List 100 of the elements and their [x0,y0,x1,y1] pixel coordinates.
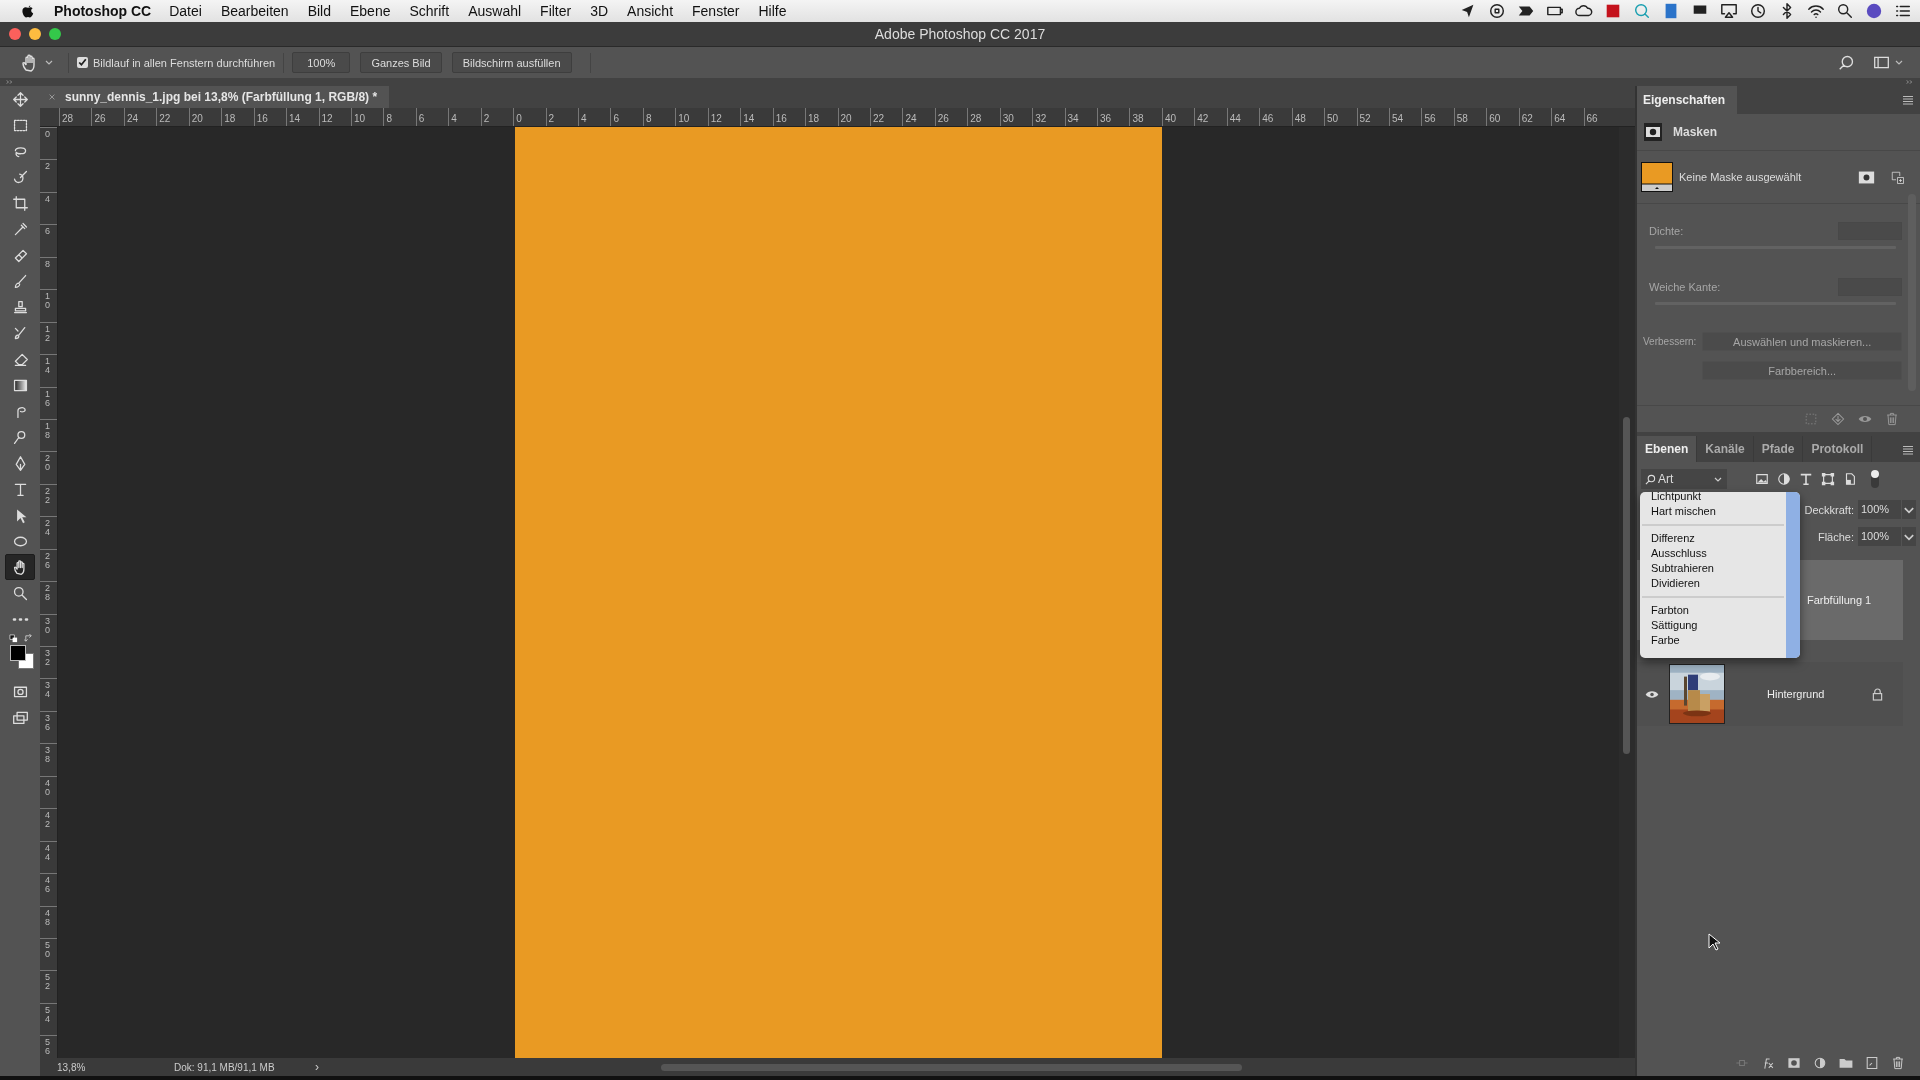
menu-item[interactable]: Auswahl [468,2,522,19]
adjustment-filter-icon[interactable] [1777,472,1791,487]
field-label: Dichte: [1649,225,1684,238]
smart-object-filter-icon[interactable] [1843,472,1857,487]
mask-icon [1643,122,1663,143]
menu-icon[interactable] [1902,445,1914,456]
menu-icon[interactable] [1902,95,1914,106]
type-filter-icon[interactable] [1799,472,1813,487]
ruler-label: 2 [482,112,490,126]
document-tab[interactable]: sunny_dennis_1.jpg bei 13,8% (Farbfüllung 1, RGB/8) * [40,86,390,109]
airplay-icon[interactable] [1720,1,1738,20]
image-filter-icon[interactable] [1755,472,1769,487]
menu-item[interactable]: Dividieren [1640,576,1786,592]
fill-field[interactable]: 100% [1858,527,1901,547]
ruler-label: 64 [1553,112,1566,126]
ruler-label: 12 [709,112,722,126]
fill-thumbnail [1641,162,1673,193]
ruler-label: 10 [45,292,50,311]
siri-icon[interactable] [1865,1,1883,20]
trash-icon[interactable] [1890,1055,1906,1072]
ruler-label: 8 [644,112,652,126]
close-window-button[interactable] [9,28,21,41]
ruler-label: 18 [223,112,236,126]
menu-item[interactable]: Ansicht [627,2,674,19]
color-swatches-icon[interactable] [10,645,34,670]
menu-item[interactable]: Ausschluss [1640,546,1786,562]
ruler-label: 34 [45,681,50,700]
ruler-label: 24 [125,112,138,126]
menu-item[interactable]: Bild [307,2,331,19]
mask-status: Keine Maske ausgewählt [1679,171,1802,184]
ruler-label: 18 [45,421,50,440]
layer-name: Hintergrund [1767,688,1825,701]
eye-icon[interactable] [1645,689,1659,699]
window-title: Adobe Photoshop CC 2017 [873,26,1047,43]
zoom-window-button[interactable] [49,28,61,41]
status-menu-arrow[interactable]: › [315,1060,319,1075]
scrollbar-thumb[interactable] [661,1064,1242,1072]
app-menu[interactable]: Photoshop CC [54,2,152,19]
clock-icon[interactable] [1749,1,1767,20]
menu-item[interactable]: Farbe [1640,633,1786,649]
menu-item[interactable]: Fenster [692,2,740,19]
default-colors-icon[interactable] [9,634,18,644]
ruler-label: 12 [45,324,50,343]
tool-button[interactable] [5,554,35,581]
ruler-label: 24 [904,112,917,126]
more-icon [11,616,29,622]
menu-item[interactable]: Sättigung [1640,618,1786,634]
ruler-label: 30 [1001,112,1014,126]
zoom-level[interactable]: 13,8% [57,1061,174,1073]
menu-item[interactable]: Lichtpunkt [1640,492,1786,505]
caret-icon[interactable] [1901,500,1916,520]
menu-item[interactable]: Hart mischen [1640,504,1786,520]
ruler-label: 14 [288,112,301,126]
ruler-label: 26 [45,551,50,570]
menu-item[interactable]: Schrift [409,2,450,19]
ruler-label: 26 [93,112,106,126]
ruler-label: 54 [1390,112,1404,126]
scrollbar-thumb[interactable] [1623,417,1630,755]
checkbox-label: Bildlauf in allen Fenstern durchführen [93,56,276,69]
new-layer-icon[interactable] [1864,1055,1880,1072]
vector-mask-icon[interactable] [1889,169,1906,185]
menu-item[interactable]: 3D [590,2,609,19]
menu-item[interactable]: Farbton [1640,603,1786,619]
ruler-label: 12 [320,112,333,126]
opacity-field[interactable]: 100% [1858,500,1901,520]
ruler-label: 4 [45,194,50,204]
ruler-label: 8 [385,112,392,126]
pixel-mask-icon[interactable] [1858,169,1875,185]
zoom-option-button[interactable]: 100% [292,52,351,74]
checkbox[interactable] [77,57,88,69]
close-icon[interactable] [48,93,56,102]
menu-item[interactable]: Filter [540,2,572,19]
menu-item[interactable]: Bearbeiten [220,2,289,19]
trash-icon[interactable] [1884,411,1900,428]
zoom-icon [11,584,29,602]
menu-item[interactable]: Hilfe [758,2,787,19]
panel-tab[interactable]: Protokoll [1803,436,1873,463]
filter-dropdown[interactable]: Art [1641,469,1727,490]
menu-item[interactable]: Differenz [1640,531,1786,547]
menu-item[interactable]: Datei [169,2,202,19]
scrollbar-thumb[interactable] [1786,492,1800,659]
record-icon[interactable] [1488,1,1506,20]
panel-tab[interactable]: Kanäle [1697,436,1754,463]
ruler-label: 22 [158,112,171,126]
caret-icon[interactable] [1901,527,1916,547]
zoom-option-button[interactable]: Bildschirm ausfüllen [451,52,572,74]
panel-tab[interactable]: Pfade [1753,436,1804,463]
swap-colors-icon[interactable] [24,634,33,644]
menu-item[interactable]: Ebene [350,2,391,19]
layer-row[interactable]: Hintergrund [1637,662,1903,727]
lock-icon[interactable] [1872,687,1883,701]
panel-tab[interactable]: Ebenen [1637,436,1698,463]
magnifier-icon[interactable] [1633,1,1651,20]
zoom-option-button[interactable]: Ganzes Bild [360,52,442,74]
search-icon [1645,473,1656,485]
shape-filter-icon[interactable] [1821,472,1835,487]
minimize-window-button[interactable] [29,28,41,41]
filter-toggle[interactable] [1871,470,1879,489]
menu-item[interactable]: Subtrahieren [1640,561,1786,577]
search-icon[interactable] [1836,1,1854,20]
